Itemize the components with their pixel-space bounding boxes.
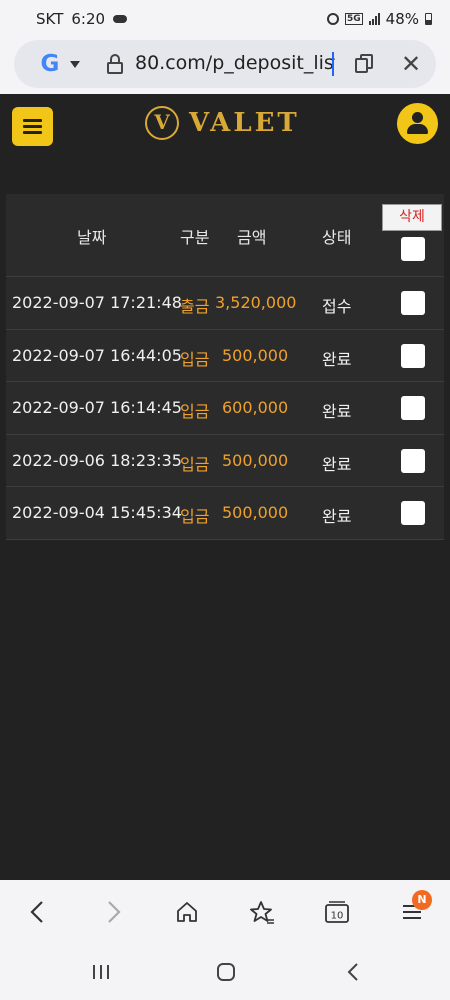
google-icon[interactable]: G <box>37 51 63 77</box>
text-cursor <box>332 52 334 76</box>
battery-icon <box>425 13 432 25</box>
table-row: 2022-09-07 16:44:05 입금 500,000 완료 <box>6 330 444 382</box>
tabs-count: 10 <box>331 911 344 922</box>
carrier-label: SKT <box>36 10 64 28</box>
user-icon <box>412 112 423 123</box>
alarm-icon <box>327 13 339 25</box>
cell-type: 입금 <box>180 402 210 421</box>
logo-mark: V <box>145 106 179 140</box>
deposit-list-table: 날짜 구분 금액 상태 삭제 2022-09-07 17:21:48 출금 3,… <box>6 194 444 540</box>
home-icon[interactable] <box>175 898 199 926</box>
url-input[interactable]: 80.com/p_deposit_list <box>135 52 335 74</box>
logo-text: VALET <box>189 108 300 138</box>
delete-button[interactable]: 삭제 <box>382 204 442 231</box>
forward-icon[interactable] <box>103 898 125 926</box>
recent-apps-icon[interactable] <box>90 958 112 986</box>
cell-date: 2022-09-06 18:23:35 <box>12 450 182 470</box>
notification-badge: N <box>412 890 432 910</box>
cell-type: 입금 <box>180 507 210 526</box>
table-row: 2022-09-07 17:21:48 출금 3,520,000 접수 <box>6 277 444 330</box>
header-status: 상태 <box>322 228 352 247</box>
cell-status: 완료 <box>322 402 352 421</box>
web-page: V VALET 날짜 구분 금액 상태 삭제 2022-09-07 17:21:… <box>0 94 450 880</box>
cell-amount: 600,000 <box>222 398 289 417</box>
copy-icon[interactable] <box>355 54 375 74</box>
back-icon[interactable] <box>26 898 48 926</box>
cell-date: 2022-09-07 17:21:48 <box>12 293 182 312</box>
status-bar: SKT 6:20 5G 48% <box>0 0 450 40</box>
row-checkbox[interactable] <box>401 448 425 473</box>
row-checkbox[interactable] <box>401 291 425 315</box>
cell-type: 입금 <box>180 454 210 474</box>
table-row: 2022-09-07 16:14:45 입금 600,000 완료 <box>6 382 444 435</box>
bookmarks-icon[interactable] <box>249 898 275 926</box>
row-checkbox[interactable] <box>401 396 425 420</box>
cell-amount: 500,000 <box>222 345 289 365</box>
lock-icon[interactable] <box>107 54 123 74</box>
hamburger-menu-button[interactable] <box>12 107 53 146</box>
header-date: 날짜 <box>77 228 107 247</box>
cell-status: 완료 <box>322 349 352 369</box>
network-type: 5G <box>345 13 363 25</box>
table-row: 2022-09-04 15:45:34 입금 500,000 완료 <box>6 487 444 540</box>
clock: 6:20 <box>71 10 106 28</box>
row-checkbox[interactable] <box>401 501 425 525</box>
cell-amount: 3,520,000 <box>215 293 297 312</box>
cell-amount: 500,000 <box>222 503 289 522</box>
cell-status: 완료 <box>322 507 352 526</box>
dropdown-arrow-icon[interactable] <box>70 61 80 68</box>
cloud-icon <box>113 15 128 23</box>
cell-type: 출금 <box>180 297 210 316</box>
table-row: 2022-09-06 18:23:35 입금 500,000 완료 <box>6 435 444 487</box>
header-amount: 금액 <box>237 228 267 247</box>
status-left: SKT 6:20 <box>36 10 128 28</box>
cell-amount: 500,000 <box>222 450 289 470</box>
cell-status: 완료 <box>322 454 352 474</box>
system-back-icon[interactable] <box>344 958 362 986</box>
cell-date: 2022-09-07 16:44:05 <box>12 345 182 365</box>
tabs-icon[interactable]: 10 <box>323 898 351 926</box>
select-all-checkbox[interactable] <box>401 237 425 261</box>
table-header: 날짜 구분 금액 상태 삭제 <box>6 194 444 277</box>
cell-date: 2022-09-04 15:45:34 <box>12 503 182 522</box>
close-icon[interactable]: ✕ <box>399 52 423 76</box>
user-avatar-button[interactable] <box>397 103 438 144</box>
site-logo[interactable]: V VALET <box>145 106 300 140</box>
signal-icon <box>368 13 380 25</box>
row-checkbox[interactable] <box>401 343 425 368</box>
browser-toolbar: 10 N <box>0 880 450 944</box>
header-type: 구분 <box>180 228 210 247</box>
address-bar[interactable]: G 80.com/p_deposit_list ✕ <box>14 40 436 88</box>
home-button-icon[interactable] <box>214 958 238 986</box>
cell-type: 입금 <box>180 349 210 369</box>
cell-date: 2022-09-07 16:14:45 <box>12 398 182 417</box>
cell-status: 접수 <box>322 297 352 316</box>
system-navigation-bar <box>0 944 450 1000</box>
status-right: 5G 48% <box>327 10 432 28</box>
battery-percent: 48% <box>385 10 419 28</box>
